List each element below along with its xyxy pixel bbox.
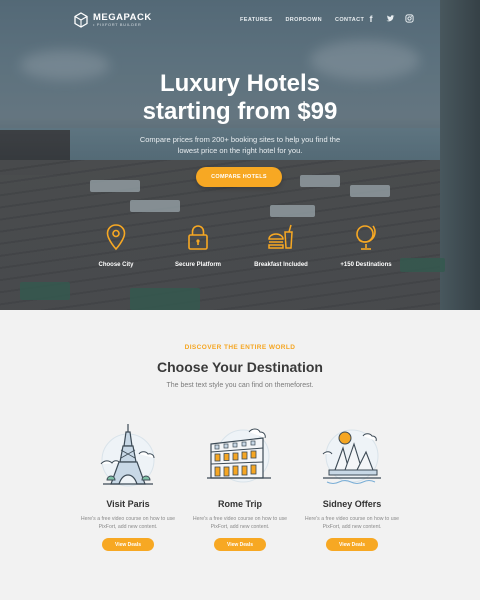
instagram-icon[interactable] bbox=[404, 14, 414, 25]
feature-choose-city: Choose City bbox=[76, 222, 156, 268]
feature-destinations: +150 Destinations bbox=[326, 222, 406, 268]
feature-label: Choose City bbox=[98, 262, 134, 268]
globe-icon bbox=[356, 225, 376, 250]
brand-name: MEGAPACK bbox=[93, 11, 152, 23]
colosseum-illustration bbox=[207, 428, 271, 483]
opera-house-illustration bbox=[322, 429, 381, 484]
destination-card-rome: Rome Trip Here's a free video course on … bbox=[180, 420, 300, 551]
card-title: Visit Paris bbox=[106, 499, 150, 509]
view-deals-button[interactable]: View Deals bbox=[214, 538, 266, 551]
feature-label: Secure Platform bbox=[174, 262, 222, 268]
hero-subtitle: Compare prices from 200+ booking sites t… bbox=[139, 135, 341, 155]
view-deals-button[interactable]: View Deals bbox=[102, 538, 154, 551]
nav-item-features[interactable]: FEATURES bbox=[240, 17, 272, 23]
eiffel-tower-illustration bbox=[100, 424, 155, 487]
section-kicker: DISCOVER THE ENTIRE WORLD bbox=[184, 344, 296, 351]
hero-title: Luxury Hotels starting from $99 bbox=[0, 70, 480, 126]
feature-label: Breakfast Included bbox=[254, 262, 308, 268]
hero-title-line1: Luxury Hotels bbox=[159, 70, 321, 97]
view-deals-button[interactable]: View Deals bbox=[326, 538, 378, 551]
brand-logo[interactable]: MEGAPACK • PIXFORT BUILDER bbox=[74, 12, 152, 28]
twitter-icon[interactable] bbox=[385, 14, 395, 25]
social-links: f bbox=[366, 14, 414, 25]
feature-breakfast: Breakfast Included bbox=[241, 222, 321, 268]
main-menu: FEATURES DROPDOWN CONTACT bbox=[240, 17, 364, 23]
card-title: Rome Trip bbox=[217, 499, 262, 509]
map-pin-icon bbox=[106, 224, 126, 251]
lock-icon bbox=[188, 225, 208, 250]
hexagon-cube-icon bbox=[74, 12, 88, 28]
facebook-icon[interactable]: f bbox=[366, 14, 376, 25]
card-description: Here's a free video course on how to use… bbox=[192, 516, 288, 530]
feature-secure-platform: Secure Platform bbox=[158, 222, 238, 268]
card-title: Sidney Offers bbox=[322, 499, 382, 509]
destination-card-paris: Visit Paris Here's a free video course o… bbox=[68, 420, 188, 551]
feature-label: +150 Destinations bbox=[340, 262, 392, 268]
card-description: Here's a free video course on how to use… bbox=[80, 516, 176, 530]
compare-hotels-button[interactable]: COMPARE HOTELS bbox=[196, 167, 282, 187]
hero-section: MEGAPACK • PIXFORT BUILDER FEATURES DROP… bbox=[0, 0, 480, 310]
hero-title-line2: starting from $99 bbox=[142, 98, 338, 125]
burger-drink-icon bbox=[268, 224, 293, 249]
nav-item-dropdown[interactable]: DROPDOWN bbox=[285, 17, 322, 23]
destination-card-sidney: Sidney Offers Here's a free video course… bbox=[292, 420, 412, 551]
nav-item-contact[interactable]: CONTACT bbox=[335, 17, 364, 23]
card-description: Here's a free video course on how to use… bbox=[304, 516, 400, 530]
section-subtitle: The best text style you can find on them… bbox=[166, 382, 314, 389]
top-navbar: MEGAPACK • PIXFORT BUILDER FEATURES DROP… bbox=[0, 0, 480, 42]
section-title: Choose Your Destination bbox=[157, 359, 323, 375]
